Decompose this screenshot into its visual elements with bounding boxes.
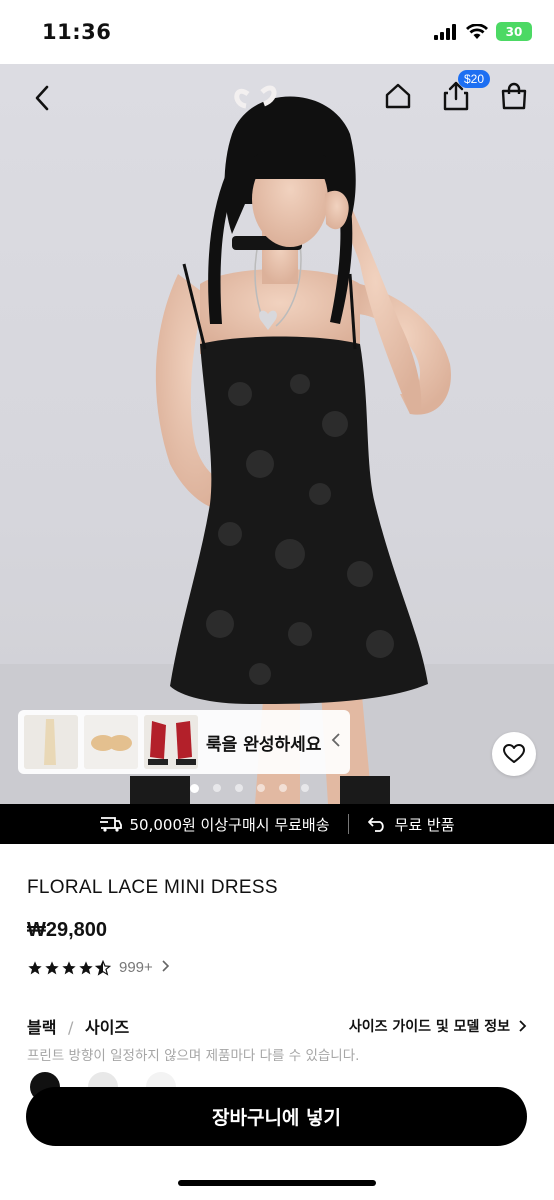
home-icon	[385, 83, 411, 109]
free-return-text: 무료 반품	[394, 815, 455, 834]
home-button[interactable]	[378, 76, 418, 116]
rating-count: 999+	[119, 959, 153, 976]
selected-variant: 블랙 / 사이즈	[27, 1014, 129, 1038]
product-title: FLORAL LACE MINI DRESS	[27, 877, 278, 898]
star-rating	[27, 959, 111, 976]
star-icon	[62, 960, 76, 974]
shopping-bag-icon	[501, 82, 527, 110]
size-guide-label: 사이즈 가이드 및 모델 정보	[348, 1019, 510, 1035]
half-star-icon	[95, 959, 111, 976]
rating-row[interactable]: 999+	[27, 958, 170, 977]
add-to-cart-button[interactable]: 장바구니에 넣기	[26, 1087, 527, 1146]
delivery-truck-icon	[99, 817, 122, 832]
look-thumb-leg-warmers[interactable]	[144, 715, 198, 769]
free-shipping-text: 50,000원 이상구매시 무료배송	[129, 815, 330, 834]
status-time: 11:36	[42, 20, 112, 44]
battery-level: 30	[505, 24, 523, 39]
status-bar: 11:36 30	[0, 0, 554, 64]
product-photo	[0, 85, 554, 804]
product-image-carousel[interactable]: $20 룩을 완성하세요	[0, 64, 554, 804]
variant-row: 블랙 / 사이즈 사이즈 가이드 및 모델 정보	[27, 1014, 527, 1038]
selected-color: 블랙	[27, 1018, 57, 1037]
chevron-right-icon	[519, 1020, 527, 1032]
carousel-dot[interactable]	[257, 784, 265, 792]
carousel-dots	[190, 784, 309, 793]
gloves-image	[24, 715, 78, 769]
chevron-left-icon	[35, 85, 49, 111]
product-price: ₩29,800	[27, 919, 108, 941]
star-icon	[79, 960, 93, 974]
home-indicator	[178, 1180, 376, 1186]
wishlist-button[interactable]	[492, 732, 536, 776]
look-thumb-gloves[interactable]	[24, 715, 78, 769]
heart-icon	[503, 744, 525, 763]
wifi-icon	[466, 23, 488, 39]
carousel-dot[interactable]	[279, 784, 287, 792]
variant-separator: /	[68, 1018, 74, 1037]
carousel-dot[interactable]	[301, 784, 309, 792]
back-button[interactable]	[22, 78, 62, 118]
cellular-signal-icon	[434, 23, 456, 40]
star-icon	[28, 960, 42, 974]
look-thumb-bra-pad[interactable]	[84, 715, 138, 769]
print-notice: 프린트 방향이 일정하지 않으며 제품마다 다를 수 있습니다.	[27, 1048, 360, 1064]
carousel-dot[interactable]	[190, 784, 199, 793]
battery-icon: 30	[496, 22, 532, 41]
banner-divider	[347, 814, 349, 834]
size-label: 사이즈	[85, 1018, 130, 1037]
leg-warmers-image	[144, 715, 198, 769]
star-icon	[45, 960, 59, 974]
chevron-left-icon	[331, 732, 341, 752]
shipping-banner: 50,000원 이상구매시 무료배송 무료 반품	[0, 804, 554, 844]
carousel-dot[interactable]	[213, 784, 221, 792]
shopping-bag-button[interactable]	[494, 76, 534, 116]
status-icons: 30	[434, 22, 532, 41]
free-shipping-info: 50,000원 이상구매시 무료배송	[99, 814, 330, 835]
carousel-dot[interactable]	[235, 784, 243, 792]
share-reward-badge: $20	[458, 70, 491, 88]
complete-the-look-card[interactable]: 룩을 완성하세요	[18, 710, 350, 774]
size-guide-link[interactable]: 사이즈 가이드 및 모델 정보	[349, 1016, 527, 1036]
chevron-right-icon	[161, 958, 170, 977]
return-arrow-icon	[367, 817, 384, 832]
complete-look-label: 룩을 완성하세요	[206, 734, 322, 755]
free-return-info: 무료 반품	[367, 814, 455, 835]
bra-pad-image	[84, 715, 138, 769]
